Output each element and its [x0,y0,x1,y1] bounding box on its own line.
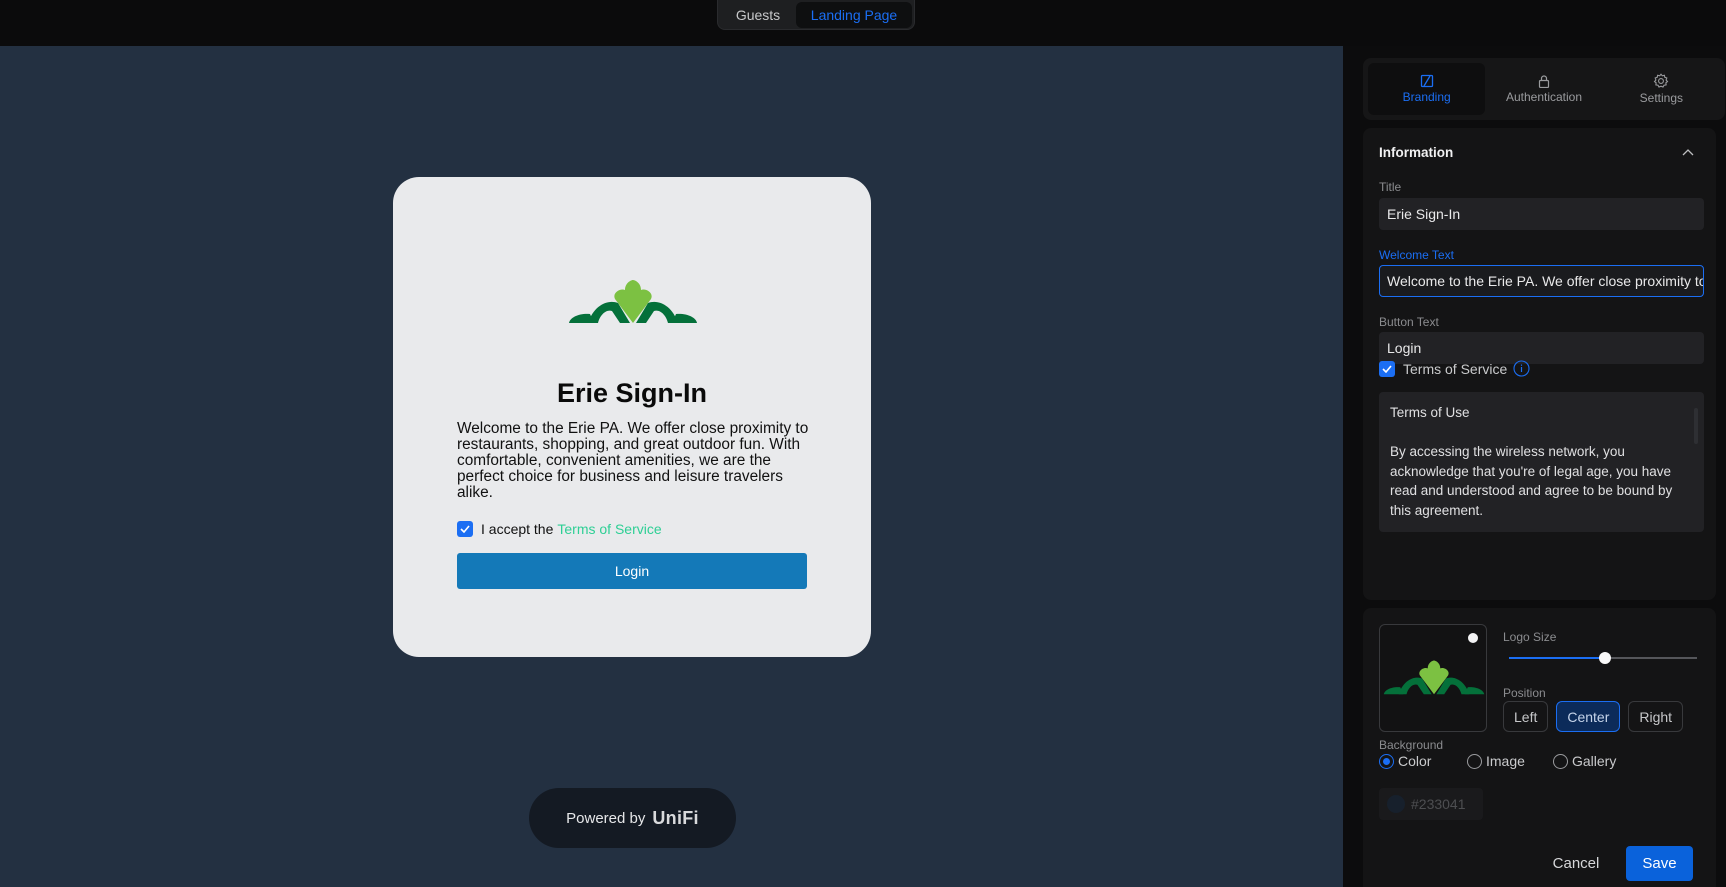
title-input[interactable]: Erie Sign-In [1379,198,1704,230]
accept-terms-checkbox[interactable] [457,521,473,537]
slider-thumb[interactable] [1598,652,1611,664]
view-switcher: Guests Landing Page [717,0,915,30]
tab-settings-label: Settings [1639,91,1683,105]
background-options: Color Image Gallery [1379,753,1616,769]
tab-authentication[interactable]: Authentication [1485,63,1602,115]
slider-fill [1509,657,1605,659]
save-button[interactable]: Save [1626,846,1693,881]
settings-panel: Branding Authentication Settings Informa… [1343,46,1726,887]
lock-icon [1538,75,1550,88]
top-bar: Guests Landing Page [0,0,1726,46]
background-color-label: Color [1398,753,1432,769]
background-gallery-option[interactable]: Gallery [1553,753,1616,769]
terms-of-service-row: Terms of Service [1379,360,1530,377]
tab-branding[interactable]: Branding [1368,63,1486,115]
tab-landing-page[interactable]: Landing Page [796,1,912,28]
information-section: Information Title Erie Sign-In Welcome T… [1363,128,1716,600]
title-label: Title [1379,180,1402,194]
login-button[interactable]: Login [457,553,807,589]
position-center-button[interactable]: Center [1556,701,1621,732]
powered-by-badge: Powered by UniFi [529,788,736,848]
textarea-scrollbar[interactable] [1694,408,1698,444]
cancel-button[interactable]: Cancel [1536,846,1616,880]
portal-card: Erie Sign-In Welcome to the Erie PA. We … [393,177,871,657]
unifi-logo: UniFi [652,807,699,828]
info-icon[interactable] [1513,360,1530,377]
welcome-text-input[interactable]: Welcome to the Erie PA. We offer close p… [1379,265,1704,297]
tab-branding-label: Branding [1402,90,1451,104]
button-text-label: Button Text [1379,315,1439,329]
terms-of-service-label: Terms of Service [1403,360,1508,377]
radio-icon [1467,753,1482,769]
terms-of-service-checkbox[interactable] [1379,360,1395,377]
information-heading: Information [1379,145,1454,160]
welcome-text-label: Welcome Text [1379,248,1454,262]
radio-icon [1553,753,1568,769]
terms-body: By accessing the wireless network, you a… [1390,444,1673,518]
branding-icon [1420,74,1433,88]
powered-by-label: Powered by [566,809,646,827]
portal-welcome-text: Welcome to the Erie PA. We offer close p… [457,420,809,501]
landing-page-preview: Erie Sign-In Welcome to the Erie PA. We … [0,46,1343,887]
terms-of-service-link[interactable]: Terms of Service [557,521,661,537]
tab-authentication-label: Authentication [1505,90,1583,104]
background-color-input[interactable]: #233041 [1379,788,1483,820]
logo-image [569,280,697,323]
color-swatch[interactable] [1387,795,1405,813]
check-icon [1382,364,1392,373]
position-right-button[interactable]: Right [1628,701,1684,732]
position-label: Position [1503,686,1546,700]
logo-size-slider[interactable] [1509,652,1697,664]
background-label: Background [1379,738,1444,752]
position-buttons: Left Center Right [1503,701,1684,732]
logo-edit-dot[interactable] [1468,633,1478,643]
background-color-value: #233041 [1411,796,1466,812]
logo-size-label: Logo Size [1503,630,1557,644]
chevron-up-icon[interactable] [1682,148,1694,156]
logo-thumbnail[interactable] [1379,624,1487,732]
gear-icon [1654,73,1669,88]
background-image-option[interactable]: Image [1467,753,1553,769]
tab-settings[interactable]: Settings [1603,63,1720,115]
tab-guests[interactable]: Guests [720,2,796,28]
portal-title: Erie Sign-In [556,378,708,408]
background-image-label: Image [1486,753,1525,769]
accept-label: I accept the [481,521,554,537]
background-gallery-label: Gallery [1572,753,1617,769]
terms-heading: Terms of Use [1390,405,1470,420]
radio-selected-icon [1379,753,1394,769]
position-left-button[interactable]: Left [1503,701,1549,732]
panel-tabs: Branding Authentication Settings [1363,58,1725,120]
accept-terms-row: I accept the Terms of Service [457,521,662,537]
logo-preview-icon [1383,660,1485,695]
terms-of-use-textarea[interactable]: Terms of Use By accessing the wireless n… [1379,392,1704,532]
check-icon [460,525,470,533]
background-color-option[interactable]: Color [1379,753,1467,769]
